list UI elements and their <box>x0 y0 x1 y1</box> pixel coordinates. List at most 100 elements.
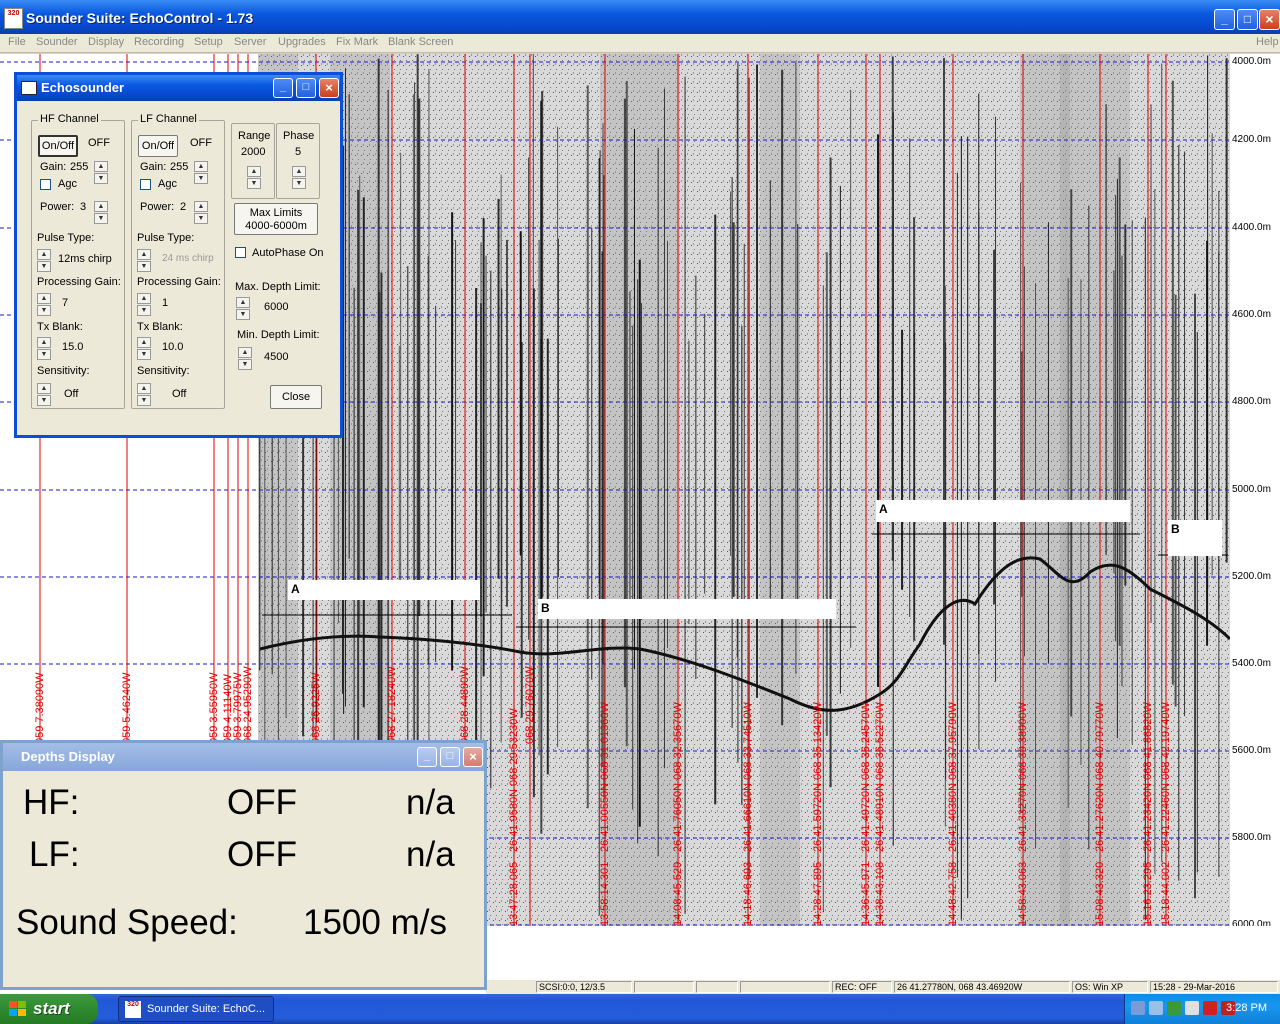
hf-onoff-button[interactable]: On/Off <box>38 135 78 157</box>
menu-file[interactable]: File <box>8 36 26 48</box>
range-value: 2000 <box>241 146 266 158</box>
min-depth-spinner[interactable]: ▲ ▼ <box>238 347 252 371</box>
maximize-button[interactable]: □ <box>440 747 460 767</box>
lf-agc-checkbox[interactable] <box>140 179 151 190</box>
depths-display-window: Depths Display _ □ × HF: OFF n/a LF: OFF… <box>0 740 487 990</box>
menu-blank-screen[interactable]: Blank Screen <box>388 36 453 48</box>
volume-icon[interactable] <box>1185 1001 1199 1015</box>
autophase-checkbox[interactable] <box>235 247 246 258</box>
start-button[interactable]: start <box>0 994 98 1024</box>
display-icon[interactable] <box>1149 1001 1163 1015</box>
sound-speed-label: Sound Speed: <box>16 903 238 942</box>
lf-tx-value: 10.0 <box>162 341 184 353</box>
lf-gain-spinner[interactable]: ▲ ▼ <box>194 161 208 185</box>
hf-gain-value: 255 <box>70 161 89 173</box>
hf-gain-label: Gain: <box>40 161 67 173</box>
hf-proc-spinner[interactable]: ▲ ▼ <box>37 293 51 317</box>
lf-gain-label: Gain: <box>140 161 167 173</box>
fix-mark-label: 068 25.9225W <box>310 672 322 744</box>
menu-help[interactable]: Help <box>1256 36 1279 48</box>
hf-sens-label: Sensitivity: <box>37 365 90 377</box>
hf-pulse-label: Pulse Type: <box>37 232 95 244</box>
close-x-button[interactable]: × <box>463 747 483 767</box>
maximize-button[interactable]: □ <box>296 78 316 98</box>
hf-agc-label: Agc <box>58 178 77 190</box>
lf-depth-value: n/a <box>406 835 455 874</box>
windows-logo-icon <box>9 1001 26 1016</box>
depths-titlebar[interactable]: Depths Display _ □ × <box>3 743 484 771</box>
max-depth-label: Max. Depth Limit: <box>235 281 321 293</box>
fix-mark-label: 059 5.46240W <box>121 672 133 744</box>
marker-a-box-1: A <box>288 580 480 600</box>
marker-b-label: B <box>541 601 550 615</box>
hf-tx-label: Tx Blank: <box>37 321 83 333</box>
network-icon[interactable] <box>1131 1001 1145 1015</box>
menu-upgrades[interactable]: Upgrades <box>278 36 326 48</box>
lf-onoff-button[interactable]: On/Off <box>138 135 178 157</box>
menu-display[interactable]: Display <box>88 36 124 48</box>
max-limits-line2: 4000-6000m <box>245 220 307 232</box>
minimize-button[interactable]: _ <box>273 78 293 98</box>
lf-power-label: Power: <box>140 201 175 213</box>
lf-proc-spinner[interactable]: ▲ ▼ <box>137 293 151 317</box>
menu-recording[interactable]: Recording <box>134 36 184 48</box>
lf-pulse-spinner[interactable]: ▲ ▼ <box>137 249 151 273</box>
status-empty-3 <box>740 981 830 993</box>
fix-mark-label: 13:58:14.301 - 26 41.00550N 068 31.01360… <box>599 702 611 926</box>
depth-tick-label: 4800.0m <box>1232 396 1271 407</box>
lf-tx-spinner[interactable]: ▲ ▼ <box>137 337 151 361</box>
maximize-button[interactable]: □ <box>1237 9 1258 30</box>
lf-sens-value: Off <box>172 388 187 400</box>
lf-power-spinner[interactable]: ▲ ▼ <box>194 201 208 225</box>
hf-channel-label: HF Channel <box>38 113 101 125</box>
hf-power-spinner[interactable]: ▲ ▼ <box>94 201 108 225</box>
hf-sens-value: Off <box>64 388 79 400</box>
menu-sounder[interactable]: Sounder <box>36 36 78 48</box>
range-spinner[interactable]: ▲ ▼ <box>247 166 261 190</box>
lf-state: OFF <box>190 137 212 149</box>
depth-tick-label: 5000.0m <box>1232 484 1271 495</box>
hf-tx-spinner[interactable]: ▲ ▼ <box>37 337 51 361</box>
min-depth-label: Min. Depth Limit: <box>237 329 320 341</box>
lf-tx-label: Tx Blank: <box>137 321 183 333</box>
hf-gain-spinner[interactable]: ▲ ▼ <box>94 161 108 185</box>
main-titlebar[interactable]: 320 Sounder Suite: EchoControl - 1.73 _ … <box>0 0 1280 34</box>
close-button[interactable]: × <box>1259 9 1280 30</box>
taskbar-clock: 3:28 PM <box>1226 1002 1267 1014</box>
fix-mark-label: 068 29.76070W <box>524 666 536 744</box>
max-depth-spinner[interactable]: ▲ ▼ <box>236 297 250 321</box>
phase-label: Phase <box>283 130 315 142</box>
fix-mark-label: 068 27.18240W <box>386 666 398 744</box>
safely-remove-icon[interactable] <box>1167 1001 1181 1015</box>
menu-bar: File Sounder Display Recording Setup Ser… <box>0 34 1280 53</box>
menu-fix-mark[interactable]: Fix Mark <box>336 36 378 48</box>
menu-server[interactable]: Server <box>234 36 266 48</box>
echosounder-titlebar[interactable]: Echosounder _ □ × <box>17 75 340 101</box>
depth-tick-label: 5400.0m <box>1232 658 1271 669</box>
lf-proc-label: Processing Gain: <box>137 276 221 288</box>
range-group: Range 2000 ▲ ▼ <box>231 123 275 199</box>
minimize-button[interactable]: _ <box>1214 9 1235 30</box>
close-x-button[interactable]: × <box>319 78 339 98</box>
depth-tick-label: 5200.0m <box>1232 571 1271 582</box>
depth-tick-label: 4400.0m <box>1232 222 1271 233</box>
hf-agc-checkbox[interactable] <box>40 179 51 190</box>
depth-tick-label: 4600.0m <box>1232 309 1271 320</box>
taskbar-item-sounder-suite[interactable]: 320 Sounder Suite: EchoC... <box>118 996 274 1022</box>
status-bar: SCSI:0:0, 12/3.5 REC: OFF 26 41.27780N, … <box>486 980 1280 994</box>
max-limits-button[interactable]: Max Limits 4000-6000m <box>234 203 318 235</box>
minimize-button[interactable]: _ <box>417 747 437 767</box>
phase-spinner[interactable]: ▲ ▼ <box>292 166 306 190</box>
close-button[interactable]: Close <box>270 385 322 409</box>
hf-pulse-spinner[interactable]: ▲ ▼ <box>37 249 51 273</box>
hf-sens-spinner[interactable]: ▲ ▼ <box>37 383 51 407</box>
fix-mark-label: 14:28:47.895 - 26 41.59720N 068 35.13420… <box>812 702 824 926</box>
lf-sens-spinner[interactable]: ▲ ▼ <box>137 383 151 407</box>
max-limits-line1: Max Limits <box>249 207 303 219</box>
fix-mark-label: 059 3.55950W <box>208 672 220 744</box>
security-shield-icon[interactable] <box>1203 1001 1217 1015</box>
status-os: OS: Win XP <box>1072 981 1148 993</box>
menu-setup[interactable]: Setup <box>194 36 223 48</box>
status-empty-2 <box>696 981 738 993</box>
fix-mark-label: 14:36:45.971 - 26 41.49720N 068 36.24570… <box>860 702 872 926</box>
